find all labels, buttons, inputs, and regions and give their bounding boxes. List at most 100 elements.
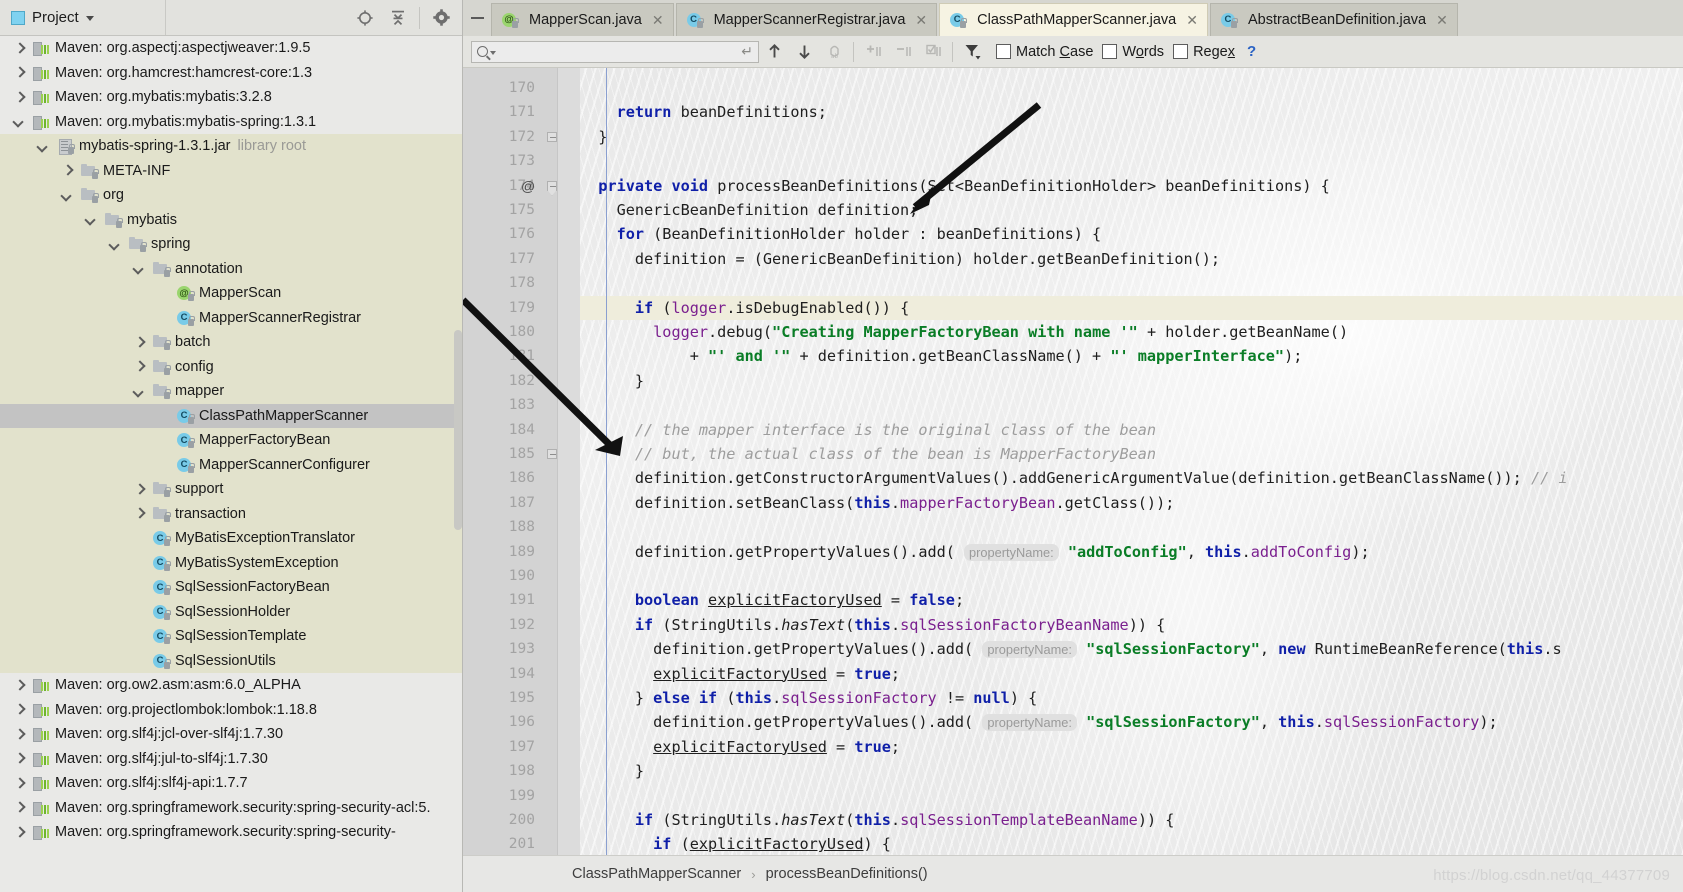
tree-item-mybatisexceptiontranslator[interactable]: MyBatisExceptionTranslator — [0, 526, 462, 551]
chevron-right-icon[interactable] — [133, 360, 146, 373]
search-input-wrapper[interactable]: ↵ — [471, 40, 759, 63]
tree-item-mapperscannerconfigurer[interactable]: MapperScannerConfigurer — [0, 452, 462, 477]
find-previous-icon[interactable] — [759, 37, 789, 67]
chevron-right-icon[interactable] — [133, 336, 146, 349]
chevron-down-icon[interactable] — [133, 385, 146, 398]
chevron-right-icon[interactable] — [133, 483, 146, 496]
tree-item-maven-org-slf4j-jcl-over-slf4j-1-7-30[interactable]: Maven: org.slf4j:jcl-over-slf4j:1.7.30 — [0, 722, 462, 747]
settings-gear-icon[interactable] — [426, 3, 456, 33]
chevron-right-icon[interactable] — [13, 679, 26, 692]
chevron-right-icon[interactable] — [13, 703, 26, 716]
project-tree[interactable]: Maven: org.aspectj:aspectjweaver:1.9.5 Ma… — [0, 36, 462, 892]
tree-item-maven-org-ow2-asm-asm-6-0-alpha[interactable]: Maven: org.ow2.asm:asm:6.0_ALPHA — [0, 673, 462, 698]
checkbox-box[interactable] — [1102, 44, 1118, 59]
code-fold-end-icon[interactable] — [547, 442, 558, 466]
chevron-down-icon[interactable] — [85, 213, 98, 226]
code-line[interactable] — [580, 271, 1683, 295]
code-line[interactable]: // but, the actual class of the bean is … — [580, 442, 1683, 466]
close-icon[interactable]: ✕ — [1186, 12, 1198, 29]
collapse-all-icon[interactable] — [383, 3, 413, 33]
match-case-checkbox[interactable]: Match Case — [996, 44, 1093, 60]
code-line[interactable]: if (StringUtils.hasText(this.sqlSessionT… — [580, 808, 1683, 832]
code-line[interactable]: } — [580, 125, 1683, 149]
tree-item-org[interactable]: org — [0, 183, 462, 208]
editor-tab-abstractbeandefinition-java[interactable]: AbstractBeanDefinition.java ✕ — [1209, 3, 1458, 36]
add-selection-icon[interactable] — [858, 37, 888, 67]
chevron-down-icon[interactable] — [85, 16, 94, 21]
select-all-occurrences-icon[interactable]: ab — [819, 37, 849, 67]
tree-item-mybatissystemexception[interactable]: MyBatisSystemException — [0, 550, 462, 575]
code-line[interactable]: for (BeanDefinitionHolder holder : beanD… — [580, 222, 1683, 246]
tree-item-spring[interactable]: spring — [0, 232, 462, 257]
code-line[interactable]: explicitFactoryUsed = true; — [580, 662, 1683, 686]
find-help-icon[interactable]: ? — [1247, 43, 1256, 60]
find-next-icon[interactable] — [789, 37, 819, 67]
tree-item-support[interactable]: support — [0, 477, 462, 502]
code-line[interactable]: } else if (this.sqlSessionFactory != nul… — [580, 686, 1683, 710]
tree-item-sqlsessionfactorybean[interactable]: SqlSessionFactoryBean — [0, 575, 462, 600]
project-title-group[interactable]: Project — [0, 0, 166, 35]
chevron-down-icon[interactable] — [109, 238, 122, 251]
hide-tabs-icon[interactable] — [463, 0, 491, 36]
chevron-right-icon[interactable] — [133, 507, 146, 520]
chevron-right-icon[interactable] — [61, 164, 74, 177]
project-tree-scrollbar[interactable] — [454, 330, 462, 530]
tree-item-mapperfactorybean[interactable]: MapperFactoryBean — [0, 428, 462, 453]
tree-item-mapperscannerregistrar[interactable]: MapperScannerRegistrar — [0, 305, 462, 330]
code-line[interactable]: definition.getPropertyValues().add( prop… — [580, 540, 1683, 564]
code-text-area[interactable]: return beanDefinitions; } private void p… — [580, 68, 1683, 892]
tree-item-mybatis-spring-1-3-1-jar[interactable]: mybatis-spring-1.3.1.jar library root — [0, 134, 462, 159]
code-line[interactable]: } — [580, 759, 1683, 783]
code-line[interactable]: definition = (GenericBeanDefinition) hol… — [580, 247, 1683, 271]
code-line[interactable]: } — [580, 369, 1683, 393]
chevron-down-icon[interactable] — [37, 140, 50, 153]
chevron-right-icon[interactable] — [13, 777, 26, 790]
code-line[interactable] — [580, 515, 1683, 539]
code-line[interactable]: logger.debug("Creating MapperFactoryBean… — [580, 320, 1683, 344]
code-line[interactable]: explicitFactoryUsed = true; — [580, 735, 1683, 759]
editor-tab-mapperscan-java[interactable]: MapperScan.java ✕ — [491, 3, 674, 36]
override-annotation-marker-icon[interactable]: @ — [521, 174, 535, 198]
toggle-selection-icon[interactable] — [918, 37, 948, 67]
tree-item-config[interactable]: config — [0, 354, 462, 379]
code-line[interactable]: + "' and '" + definition.getBeanClassNam… — [580, 344, 1683, 368]
chevron-right-icon[interactable] — [13, 801, 26, 814]
close-icon[interactable]: ✕ — [915, 12, 927, 29]
code-line[interactable]: boolean explicitFactoryUsed = false; — [580, 588, 1683, 612]
code-line[interactable]: definition.getConstructorArgumentValues(… — [580, 466, 1683, 490]
close-icon[interactable]: ✕ — [652, 12, 664, 29]
tree-item-maven-org-springframework-security-sprin[interactable]: Maven: org.springframework.security:spri… — [0, 796, 462, 821]
filter-icon[interactable] — [957, 37, 987, 67]
locate-icon[interactable] — [350, 3, 380, 33]
code-line[interactable]: return beanDefinitions; — [580, 100, 1683, 124]
tree-item-meta-inf[interactable]: META-INF — [0, 158, 462, 183]
editor-tab-mapperscannerregistrar-java[interactable]: MapperScannerRegistrar.java ✕ — [675, 3, 938, 36]
tree-item-sqlsessionholder[interactable]: SqlSessionHolder — [0, 599, 462, 624]
chevron-down-icon[interactable] — [133, 262, 146, 275]
tree-item-maven-org-mybatis-mybatis-spring-1-3-1[interactable]: Maven: org.mybatis:mybatis-spring:1.3.1 — [0, 110, 462, 135]
code-line[interactable]: private void processBeanDefinitions(Set<… — [580, 174, 1683, 198]
regex-checkbox[interactable]: Regex — [1173, 44, 1235, 60]
chevron-right-icon[interactable] — [13, 42, 26, 55]
code-editor[interactable]: 170 171 172 173 174 @175 176 177 178 179 180 181 182… — [463, 68, 1683, 892]
chevron-right-icon[interactable] — [13, 752, 26, 765]
code-line[interactable]: if (StringUtils.hasText(this.sqlSessionF… — [580, 613, 1683, 637]
chevron-down-icon[interactable] — [61, 189, 74, 202]
code-line[interactable]: definition.setBeanClass(this.mapperFacto… — [580, 491, 1683, 515]
tree-item-mapperscan[interactable]: MapperScan — [0, 281, 462, 306]
chevron-right-icon[interactable] — [13, 826, 26, 839]
search-input[interactable] — [496, 44, 742, 59]
code-fold-end-icon[interactable] — [547, 125, 558, 149]
code-line[interactable] — [580, 393, 1683, 417]
tree-item-mapper[interactable]: mapper — [0, 379, 462, 404]
tree-item-sqlsessionutils[interactable]: SqlSessionUtils — [0, 648, 462, 673]
code-line[interactable]: definition.getPropertyValues().add( prop… — [580, 637, 1683, 661]
tree-item-sqlsessiontemplate[interactable]: SqlSessionTemplate — [0, 624, 462, 649]
code-line[interactable]: // the mapper interface is the original … — [580, 418, 1683, 442]
code-line[interactable] — [580, 149, 1683, 173]
checkbox-box[interactable] — [996, 44, 1011, 59]
checkbox-box[interactable] — [1173, 44, 1189, 59]
tree-item-maven-org-aspectj-aspectjweaver-1-9-5[interactable]: Maven: org.aspectj:aspectjweaver:1.9.5 — [0, 36, 462, 61]
tree-item-transaction[interactable]: transaction — [0, 501, 462, 526]
tree-item-maven-org-projectlombok-lombok-1-18-8[interactable]: Maven: org.projectlombok:lombok:1.18.8 — [0, 698, 462, 723]
